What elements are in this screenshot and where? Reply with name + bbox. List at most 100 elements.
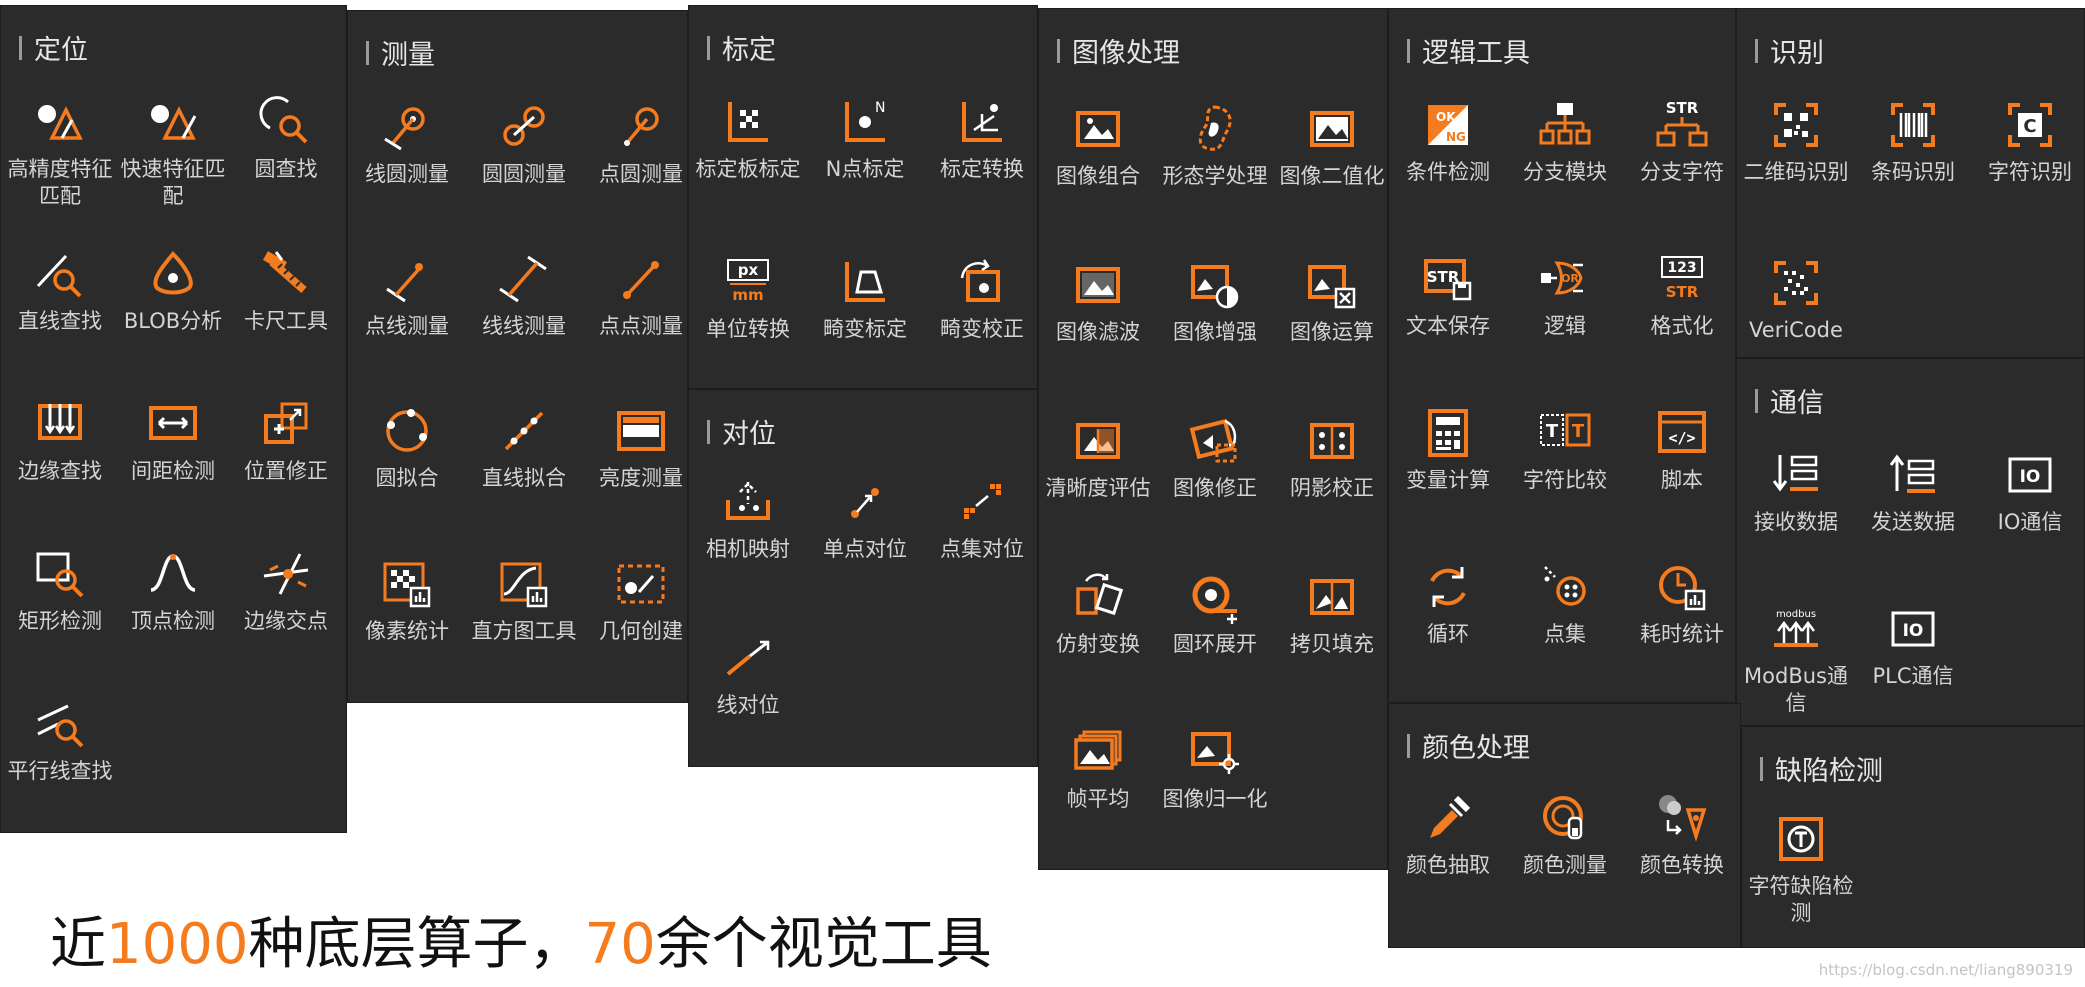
tool-line-line-measure[interactable]: 线线测量 (465, 251, 583, 340)
tool-vertex-detect[interactable]: 顶点检测 (114, 546, 232, 635)
panel-tongxin: 通信 接收数据 发送数据 IO IO通信 modbus ModBus通信 IO … (1736, 358, 2085, 726)
tool-single-point-align[interactable]: 单点对位 (806, 474, 924, 563)
tool-image-combine[interactable]: 图像组合 (1039, 101, 1157, 190)
tool-blob-analysis[interactable]: BLOB分析 (114, 246, 232, 335)
tool-pixel-stats[interactable]: 像素统计 (348, 556, 466, 645)
tool-char-defect[interactable]: 字符缺陷检测 (1742, 811, 1860, 927)
tool-affine[interactable]: 仿射变换 (1039, 569, 1157, 658)
tool-precision-feature-match[interactable]: 高精度特征匹配 (1, 94, 119, 210)
tool-logic[interactable]: OR 逻辑 (1506, 251, 1624, 340)
tool-position-correct[interactable]: 位置修正 (227, 396, 345, 485)
tool-fast-feature-match[interactable]: 快速特征匹配 (114, 94, 232, 210)
tool-edge-intersection[interactable]: 边缘交点 (227, 546, 345, 635)
svg-text:C: C (2023, 116, 2036, 137)
tool-color-convert[interactable]: 颜色转换 (1623, 790, 1741, 879)
tool-n-point-calib[interactable]: N N点标定 (806, 94, 924, 183)
tool-unit-convert[interactable]: px mm 单位转换 (689, 254, 807, 343)
tool-color-measure[interactable]: 颜色测量 (1506, 790, 1624, 879)
tool-circle-circle-measure[interactable]: 圆圆测量 (465, 99, 583, 188)
tool-copy-fill[interactable]: 拷贝填充 (1273, 569, 1391, 658)
tool-string-compare[interactable]: TT 字符比较 (1506, 405, 1624, 494)
tool-frame-average[interactable]: 帧平均 (1039, 724, 1157, 813)
tool-spacing-detect[interactable]: 间距检测 (114, 396, 232, 485)
svg-text:IO: IO (2020, 467, 2041, 487)
calib-convert-icon (962, 102, 1002, 142)
tool-script[interactable]: </> 脚本 (1623, 405, 1741, 494)
tool-ring-unwrap[interactable]: 圆环展开 (1156, 569, 1274, 658)
tool-barcode[interactable]: 条码识别 (1854, 97, 1972, 186)
tool-io-comm[interactable]: IO IO通信 (1971, 447, 2085, 536)
color-measure-icon (1543, 796, 1583, 840)
tool-shadow-correct[interactable]: 阴影校正 (1273, 413, 1391, 502)
tool-histogram[interactable]: 直方图工具 (465, 556, 583, 645)
tool-edge-find[interactable]: 边缘查找 (1, 396, 119, 485)
tool-image-filter[interactable]: 图像滤波 (1039, 257, 1157, 346)
tool-modbus[interactable]: modbus ModBus通信 (1737, 601, 1855, 717)
tool-line-align[interactable]: 线对位 (689, 630, 807, 719)
tool-image-arith[interactable]: 图像运算 (1273, 257, 1391, 346)
panel-shibie: 识别 二维码识别 条码识别 C 字符识别 VeriCode (1736, 8, 2085, 358)
blob-analysis-icon (153, 251, 193, 295)
tool-time-stats[interactable]: 耗时统计 (1623, 559, 1741, 648)
tool-receive-data[interactable]: 接收数据 (1737, 447, 1855, 536)
affine-icon (1076, 573, 1124, 616)
tool-parallel-line-find[interactable]: 平行线查找 (1, 696, 119, 785)
tool-morphology[interactable]: 形态学处理 (1156, 101, 1274, 190)
single-point-align-icon (851, 488, 879, 518)
tool-circle-find[interactable]: 圆查找 (227, 94, 345, 183)
time-stats-icon (1659, 566, 1706, 611)
tool-qrcode[interactable]: 二维码识别 (1737, 97, 1855, 186)
tool-binarize[interactable]: 图像二值化 (1273, 101, 1391, 190)
tool-rectangle-detect[interactable]: 矩形检测 (1, 546, 119, 635)
tool-variable-calc[interactable]: 变量计算 (1389, 405, 1507, 494)
tool-sharpness[interactable]: 清晰度评估 (1039, 413, 1157, 502)
tool-send-data[interactable]: 发送数据 (1854, 447, 1972, 536)
sharpness-icon (1076, 423, 1120, 459)
tool-calib-convert[interactable]: 标定转换 (923, 94, 1041, 183)
tool-branch-string[interactable]: STR 分支字符 (1623, 97, 1741, 186)
edge-find-icon (38, 404, 82, 440)
ocr-icon: C (2008, 103, 2052, 147)
line-line-measure-icon (499, 255, 547, 303)
tool-circle-fit[interactable]: 圆拟合 (348, 403, 466, 492)
tool-ocr[interactable]: C 字符识别 (1971, 97, 2085, 186)
branch-string-icon: STR (1656, 99, 1708, 147)
spacing-detect-icon (149, 406, 197, 440)
image-filter-icon (1076, 267, 1120, 303)
tool-geometry-create[interactable]: 几何创建 (582, 556, 700, 645)
distortion-calib-icon (845, 262, 885, 302)
tool-calib-board[interactable]: 标定板标定 (689, 94, 807, 183)
tool-point-set[interactable]: 点集 (1506, 559, 1624, 648)
tool-format[interactable]: 123 STR 格式化 (1623, 251, 1741, 340)
tool-point-line-measure[interactable]: 点线测量 (348, 251, 466, 340)
tool-caliper[interactable]: 卡尺工具 (227, 246, 345, 335)
panel-title: 逻辑工具 (1407, 31, 1530, 70)
tool-line-fit[interactable]: 直线拟合 (465, 403, 583, 492)
panel-quexian: 缺陷检测 字符缺陷检测 (1741, 726, 2085, 948)
tool-plc-comm[interactable]: IO PLC通信 (1854, 601, 1972, 690)
tool-image-fix[interactable]: 图像修正 (1156, 413, 1274, 502)
precision-feature-match-icon (38, 105, 83, 140)
svg-text:N: N (875, 100, 885, 116)
tool-line-find[interactable]: 直线查找 (1, 246, 119, 335)
circle-circle-measure-icon (503, 106, 545, 146)
tool-loop[interactable]: 循环 (1389, 559, 1507, 648)
tool-normalize[interactable]: 图像归一化 (1156, 724, 1274, 813)
unit-convert-icon: px mm (727, 259, 769, 304)
tool-point-point-measure[interactable]: 点点测量 (582, 251, 700, 340)
tool-condition-detect[interactable]: OK NG 条件检测 (1389, 97, 1507, 186)
tool-distortion-calib[interactable]: 畸变标定 (806, 254, 924, 343)
tool-line-circle-measure[interactable]: 线圆测量 (348, 99, 466, 188)
tool-point-set-align[interactable]: 点集对位 (923, 474, 1041, 563)
tool-point-circle-measure[interactable]: 点圆测量 (582, 99, 700, 188)
fast-feature-match-icon (151, 105, 197, 140)
tool-camera-map[interactable]: 相机映射 (689, 474, 807, 563)
barcode-icon (1891, 103, 1935, 147)
tool-text-save[interactable]: STR 文本保存 (1389, 251, 1507, 340)
tool-color-extract[interactable]: 颜色抽取 (1389, 790, 1507, 879)
tool-image-enhance[interactable]: 图像增强 (1156, 257, 1274, 346)
tool-vericode[interactable]: VeriCode (1737, 255, 1855, 344)
tool-brightness-measure[interactable]: 亮度测量 (582, 403, 700, 492)
tool-branch-module[interactable]: 分支模块 (1506, 97, 1624, 186)
tool-distortion-correct[interactable]: 畸变校正 (923, 254, 1041, 343)
